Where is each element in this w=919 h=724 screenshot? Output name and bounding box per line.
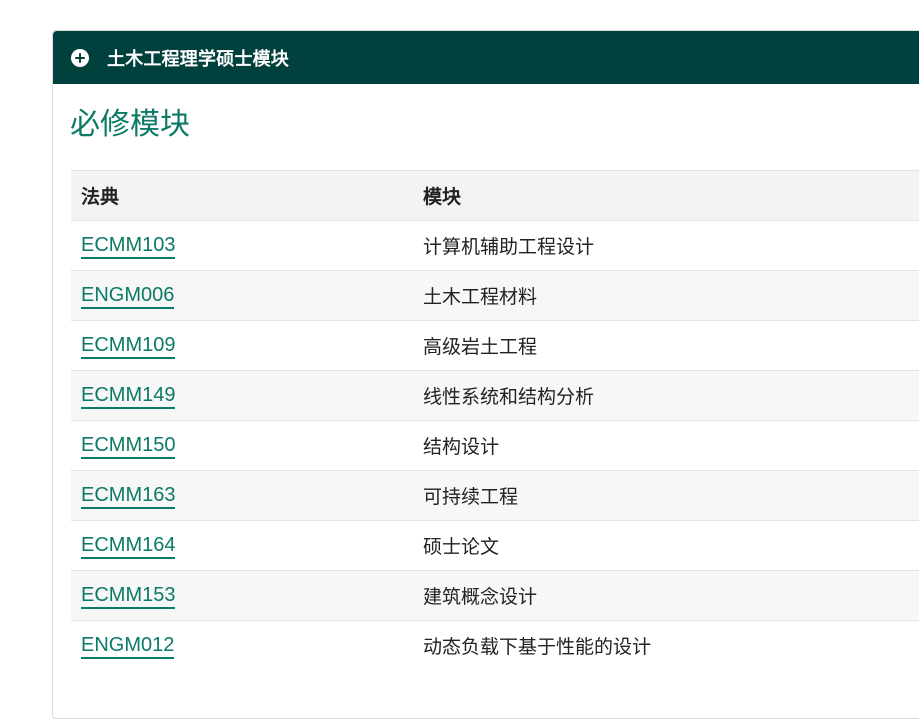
plus-circle-icon[interactable] xyxy=(71,48,89,67)
panel-header[interactable]: 土木工程理学硕士模块 xyxy=(53,31,919,84)
modules-panel: 土木工程理学硕士模块 必修模块 法典 模块 ECMM103 计算机辅助工程设计 … xyxy=(52,30,919,719)
table-cell-module: 动态负载下基于性能的设计 xyxy=(423,620,919,671)
table-cell-module: 线性系统和结构分析 xyxy=(423,370,919,421)
section-title: 必修模块 xyxy=(70,107,190,142)
modules-table: 法典 模块 ECMM103 计算机辅助工程设计 ENGM006 土木工程材料 E… xyxy=(71,170,919,671)
module-code-link[interactable]: ENGM006 xyxy=(81,284,175,309)
table-cell-code: ENGM012 xyxy=(71,620,423,671)
table-row: ECMM149 线性系统和结构分析 xyxy=(71,370,919,421)
table-row: ECMM164 硕士论文 xyxy=(71,520,919,571)
module-code-link[interactable]: ECMM150 xyxy=(81,434,176,459)
module-code-link[interactable]: ECMM164 xyxy=(81,534,176,559)
table-cell-module: 高级岩土工程 xyxy=(423,320,919,371)
table-cell-code: ECMM163 xyxy=(71,470,423,521)
table-header-row: 法典 模块 xyxy=(71,170,919,221)
table-row: ENGM012 动态负载下基于性能的设计 xyxy=(71,620,919,671)
table-cell-code: ECMM103 xyxy=(71,220,423,271)
table-cell-module: 结构设计 xyxy=(423,420,919,471)
module-code-link[interactable]: ECMM153 xyxy=(81,584,176,609)
table-row: ECMM150 结构设计 xyxy=(71,420,919,471)
panel-title[interactable]: 土木工程理学硕士模块 xyxy=(107,45,289,71)
table-cell-module: 可持续工程 xyxy=(423,470,919,521)
table-row: ENGM006 土木工程材料 xyxy=(71,270,919,321)
table-cell-module: 建筑概念设计 xyxy=(423,570,919,621)
table-cell-module: 土木工程材料 xyxy=(423,270,919,321)
table-row: ECMM109 高级岩土工程 xyxy=(71,320,919,371)
table-cell-code: ECMM153 xyxy=(71,570,423,621)
table-cell-code: ECMM109 xyxy=(71,320,423,371)
column-header-code: 法典 xyxy=(71,170,423,221)
table-cell-code: ECMM150 xyxy=(71,420,423,471)
table-row: ECMM163 可持续工程 xyxy=(71,470,919,521)
table-row: ECMM103 计算机辅助工程设计 xyxy=(71,220,919,271)
module-code-link[interactable]: ECMM163 xyxy=(81,484,176,509)
table-cell-module: 计算机辅助工程设计 xyxy=(423,220,919,271)
table-cell-code: ECMM164 xyxy=(71,520,423,571)
module-code-link[interactable]: ECMM109 xyxy=(81,334,176,359)
module-code-link[interactable]: ECMM103 xyxy=(81,234,176,259)
module-code-link[interactable]: ECMM149 xyxy=(81,384,176,409)
module-code-link[interactable]: ENGM012 xyxy=(81,634,175,660)
column-header-module: 模块 xyxy=(423,170,919,221)
table-row: ECMM153 建筑概念设计 xyxy=(71,570,919,621)
table-cell-code: ENGM006 xyxy=(71,270,423,321)
table-cell-module: 硕士论文 xyxy=(423,520,919,571)
table-cell-code: ECMM149 xyxy=(71,370,423,421)
